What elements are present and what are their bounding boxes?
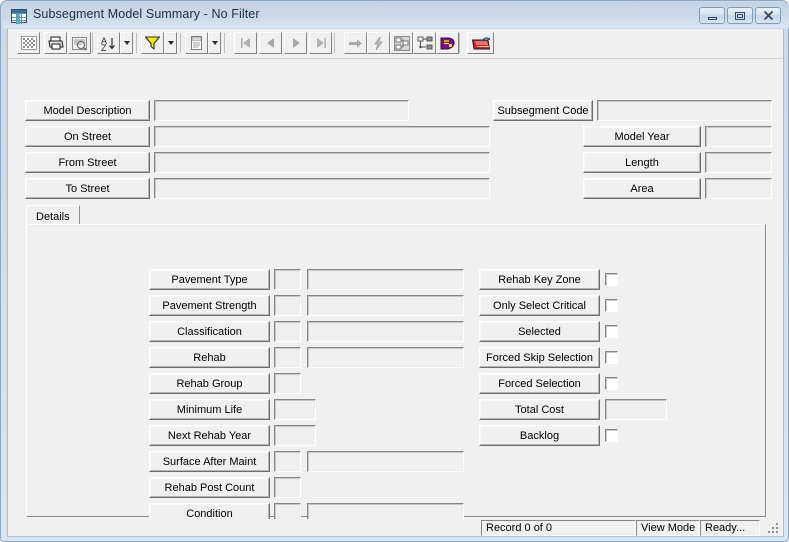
client-area: A Z Model Description On Street From Str… [7, 29, 784, 537]
label-next-rehab-year[interactable]: Next Rehab Year [149, 425, 270, 446]
hierarchy-icon[interactable] [390, 32, 413, 54]
field-length[interactable] [705, 152, 772, 173]
field-pavement-strength-code[interactable] [274, 295, 301, 316]
checkbox-forced-skip-selection[interactable] [605, 351, 618, 364]
label-rehab-post-count[interactable]: Rehab Post Count [149, 477, 270, 498]
header-form: Model Description On Street From Street … [8, 59, 783, 201]
label-selected[interactable]: Selected [479, 321, 600, 342]
checkbox-only-select-critical[interactable] [605, 299, 618, 312]
field-rehab-group-code[interactable] [274, 373, 301, 394]
maximize-button[interactable] [727, 7, 753, 24]
field-on-street[interactable] [154, 126, 490, 147]
first-record-icon[interactable] [234, 32, 257, 54]
label-rehab-key-zone[interactable]: Rehab Key Zone [479, 269, 600, 290]
help-book-icon[interactable] [436, 32, 459, 54]
label-to-street[interactable]: To Street [25, 178, 150, 199]
label-rehab[interactable]: Rehab [149, 347, 270, 368]
label-classification[interactable]: Classification [149, 321, 270, 342]
print-preview-icon[interactable] [68, 32, 91, 54]
svg-text:Z: Z [101, 43, 107, 51]
tab-strip: Details [26, 205, 766, 225]
status-mode: View Mode [636, 520, 700, 536]
status-message: Ready... [700, 520, 760, 536]
lightning-icon[interactable] [367, 32, 390, 54]
label-forced-selection[interactable]: Forced Selection [479, 373, 600, 394]
label-minimum-life[interactable]: Minimum Life [149, 399, 270, 420]
label-subsegment-code[interactable]: Subsegment Code [493, 100, 593, 121]
filter-icon[interactable] [141, 32, 164, 54]
field-total-cost[interactable] [605, 399, 667, 420]
field-to-street[interactable] [154, 178, 490, 199]
field-rehab-code[interactable] [274, 347, 301, 368]
label-rehab-group[interactable]: Rehab Group [149, 373, 270, 394]
label-on-street[interactable]: On Street [25, 126, 150, 147]
previous-record-icon[interactable] [259, 32, 282, 54]
checkbox-rehab-key-zone[interactable] [605, 273, 618, 286]
goto-record-icon[interactable] [344, 32, 367, 54]
field-surface-after-maint-description[interactable] [307, 451, 464, 472]
field-classification-code[interactable] [274, 321, 301, 342]
field-subsegment-code[interactable] [597, 100, 772, 121]
field-pavement-type-description[interactable] [307, 269, 464, 290]
report-icon[interactable] [185, 32, 208, 54]
print-icon[interactable] [44, 32, 67, 54]
last-record-icon[interactable] [309, 32, 332, 54]
next-record-icon[interactable] [284, 32, 307, 54]
select-all-icon[interactable] [17, 32, 40, 54]
label-only-select-critical[interactable]: Only Select Critical [479, 295, 600, 316]
label-length[interactable]: Length [583, 152, 701, 173]
field-area[interactable] [705, 178, 772, 199]
title-bar[interactable]: Subsegment Model Summary - No Filter [2, 2, 789, 28]
checkbox-selected[interactable] [605, 325, 618, 338]
field-pavement-strength-description[interactable] [307, 295, 464, 316]
table-grid-icon [11, 9, 27, 24]
field-surface-after-maint-code[interactable] [274, 451, 301, 472]
toolbar: A Z [8, 29, 783, 59]
label-pavement-type[interactable]: Pavement Type [149, 269, 270, 290]
label-forced-skip-selection[interactable]: Forced Skip Selection [479, 347, 600, 368]
field-minimum-life[interactable] [274, 399, 316, 420]
checkbox-forced-selection[interactable] [605, 377, 618, 390]
window-title: Subsegment Model Summary - No Filter [33, 7, 260, 21]
minimize-button[interactable] [699, 7, 725, 24]
field-rehab-description[interactable] [307, 347, 464, 368]
label-model-year[interactable]: Model Year [583, 126, 701, 147]
tab-details-label: Details [36, 210, 70, 223]
label-backlog[interactable]: Backlog [479, 425, 600, 446]
label-pavement-strength[interactable]: Pavement Strength [149, 295, 270, 316]
sort-icon[interactable]: A Z [97, 32, 120, 54]
field-from-street[interactable] [154, 152, 490, 173]
label-from-street[interactable]: From Street [25, 152, 150, 173]
map-icon[interactable] [467, 32, 494, 54]
status-bar: Record 0 of 0 View Mode Ready... [8, 519, 783, 536]
status-record-counter: Record 0 of 0 [481, 520, 636, 536]
close-button[interactable] [755, 7, 781, 24]
field-model-description[interactable] [154, 100, 409, 121]
field-classification-description[interactable] [307, 321, 464, 342]
checkbox-backlog[interactable] [605, 429, 618, 442]
field-pavement-type-code[interactable] [274, 269, 301, 290]
filter-dropdown-arrow[interactable] [164, 32, 177, 54]
tab-panel: Details Pavement Type Pavement Strength … [26, 205, 766, 524]
label-model-description[interactable]: Model Description [25, 100, 150, 121]
tab-body-details: Pavement Type Pavement Strength Classifi… [26, 224, 766, 524]
label-total-cost[interactable]: Total Cost [479, 399, 600, 420]
resize-grip[interactable] [768, 523, 780, 535]
field-next-rehab-year[interactable] [274, 425, 316, 446]
label-surface-after-maint[interactable]: Surface After Maint [149, 451, 270, 472]
field-rehab-post-count[interactable] [274, 477, 301, 498]
application-window: Subsegment Model Summary - No Filter A Z… [0, 0, 789, 542]
field-model-year[interactable] [705, 126, 772, 147]
tab-details[interactable]: Details [26, 205, 80, 225]
label-area[interactable]: Area [583, 178, 701, 199]
report-dropdown-arrow[interactable] [208, 32, 221, 54]
sort-dropdown-arrow[interactable] [120, 32, 133, 54]
tree-view-icon[interactable] [413, 32, 436, 54]
